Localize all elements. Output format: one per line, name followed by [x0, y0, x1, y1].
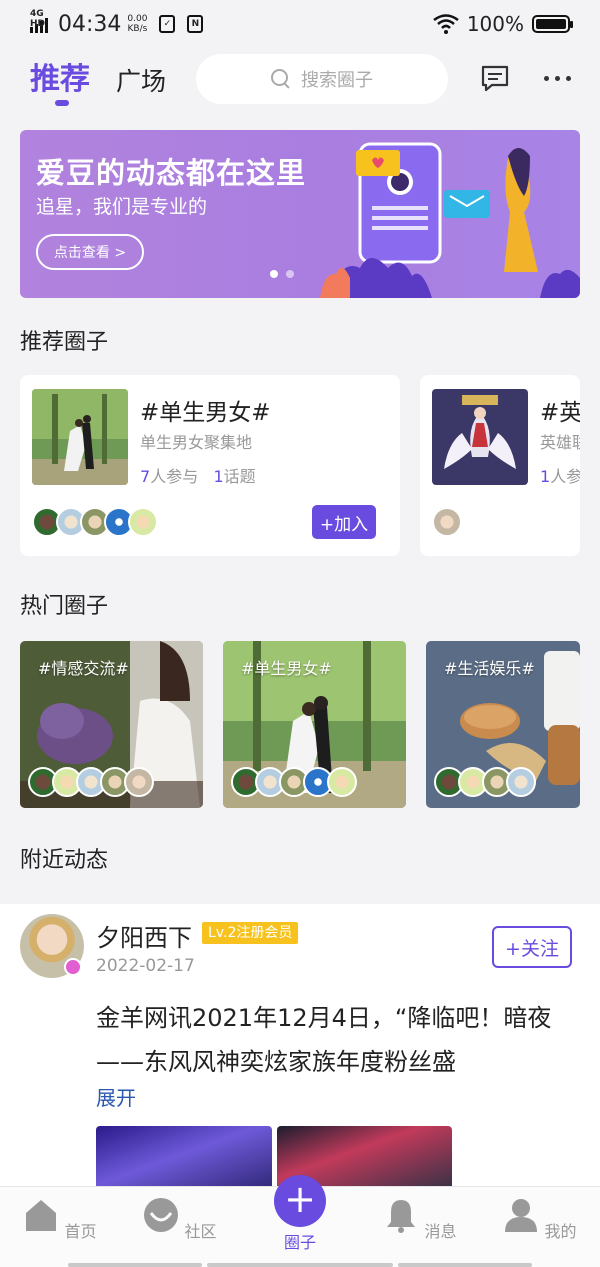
- circle-description: 单生男女聚集地: [140, 433, 253, 452]
- banner-title: 爱豆的动态都在这里: [36, 156, 307, 190]
- gesture-bar-right: [398, 1263, 532, 1267]
- bottom-nav: 首页 社区 + 圈子 消息 我的: [0, 1175, 600, 1267]
- battery-icon: [532, 15, 573, 33]
- tab-recommend[interactable]: 推荐: [30, 54, 90, 98]
- tab-square[interactable]: 广场: [116, 62, 166, 98]
- network-type: 4G HD: [30, 9, 46, 29]
- banner-dot-1[interactable]: [270, 270, 278, 278]
- banner-illustration: [320, 142, 580, 298]
- member-avatars: [32, 507, 158, 537]
- hot-circle-tag: #生活娱乐#: [444, 659, 535, 678]
- banner-dot-2[interactable]: [286, 270, 294, 278]
- verified-badge-icon: [64, 958, 82, 976]
- wifi-icon: [433, 14, 459, 34]
- member-avatars: [434, 767, 536, 797]
- hot-circle-card[interactable]: #生活娱乐#: [426, 641, 580, 808]
- search-icon: [271, 69, 291, 89]
- avatar: [432, 507, 462, 537]
- section-hot-title: 热门圈子: [20, 594, 109, 619]
- add-circle-button[interactable]: +: [274, 1175, 326, 1227]
- more-icon[interactable]: [544, 76, 571, 81]
- post-date: 2022-02-17: [96, 956, 195, 976]
- member-avatars: [231, 767, 357, 797]
- battery-percent: 100%: [466, 12, 524, 36]
- clock: 04:34: [58, 11, 122, 37]
- community-icon: [144, 1198, 179, 1232]
- nav-home[interactable]: 首页: [20, 1197, 100, 1242]
- circle-thumbnail: [32, 389, 128, 485]
- top-header: 推荐 广场 搜索圈子: [0, 50, 600, 110]
- circle-stats: 1人参: [540, 467, 580, 486]
- status-left: 4G HD 04:34 0.00 KB/s ✓ N: [30, 9, 204, 37]
- search-input[interactable]: 搜索圈子: [196, 54, 448, 104]
- banner-view-button[interactable]: 点击查看 >: [36, 234, 144, 270]
- post-text: 金羊网讯2021年12月4日，“降临吧！暗夜——东风风神奕炫家族年度粉丝盛: [96, 1004, 552, 1076]
- status-bar: 4G HD 04:34 0.00 KB/s ✓ N 100%: [0, 0, 600, 48]
- post-card[interactable]: 夕阳西下 Lv.2注册会员 2022-02-17 +关注 金羊网讯2021年12…: [0, 904, 600, 1194]
- circle-thumbnail: [432, 389, 528, 485]
- nfc-icon: N: [187, 15, 204, 33]
- circle-name: #单生男女#: [140, 400, 271, 426]
- nav-mine[interactable]: 我的: [500, 1197, 580, 1242]
- promo-banner[interactable]: 爱豆的动态都在这里 追星，我们是专业的 点击查看 >: [20, 130, 580, 298]
- recommended-circle-card[interactable]: #英 英雄联 1人参: [420, 375, 580, 556]
- recommended-circle-card[interactable]: #单生男女# 单生男女聚集地 7人参与 1话题 +加入: [20, 375, 400, 556]
- circle-name: #英: [540, 400, 580, 426]
- section-nearby-title: 附近动态: [20, 848, 109, 873]
- post-username[interactable]: 夕阳西下: [96, 918, 192, 953]
- hot-circle-tag: #单生男女#: [241, 659, 332, 678]
- hot-circle-card[interactable]: #单生男女#: [223, 641, 406, 808]
- expand-link[interactable]: 展开: [96, 1082, 136, 1111]
- join-button[interactable]: +加入: [312, 505, 376, 539]
- hot-circle-card[interactable]: #情感交流#: [20, 641, 203, 808]
- search-placeholder: 搜索圈子: [301, 70, 373, 91]
- member-avatars: [432, 507, 462, 537]
- status-right: 100%: [433, 12, 573, 36]
- gesture-bar-left: [68, 1263, 202, 1267]
- nav-circle-label[interactable]: 圈子: [270, 1229, 330, 1253]
- signal-icon: 4G HD: [30, 9, 48, 33]
- circle-description: 英雄联: [540, 433, 580, 452]
- user-icon: [505, 1199, 538, 1232]
- nav-messages[interactable]: 消息: [380, 1197, 460, 1242]
- circle-stats: 7人参与 1话题: [140, 467, 256, 486]
- avatar: [506, 767, 536, 797]
- post-image[interactable]: [96, 1126, 272, 1194]
- member-avatars: [28, 767, 154, 797]
- follow-button[interactable]: +关注: [492, 926, 572, 968]
- level-badge: Lv.2注册会员: [202, 922, 299, 944]
- banner-pagination: [270, 270, 294, 278]
- avatar: [128, 507, 158, 537]
- hot-circle-tag: #情感交流#: [38, 659, 129, 678]
- sim-icon: ✓: [159, 15, 176, 33]
- gesture-bar-center: [207, 1263, 393, 1267]
- nav-community[interactable]: 社区: [140, 1197, 220, 1242]
- active-tab-indicator: [55, 100, 69, 106]
- banner-subtitle: 追星，我们是专业的: [36, 196, 208, 218]
- section-recommended-title: 推荐圈子: [20, 330, 109, 355]
- chat-icon[interactable]: [480, 64, 510, 92]
- avatar: [327, 767, 357, 797]
- bell-icon: [387, 1200, 416, 1233]
- avatar: [124, 767, 154, 797]
- network-speed: 0.00 KB/s: [127, 14, 148, 34]
- home-icon: [26, 1200, 57, 1231]
- battery-fill: [536, 19, 566, 29]
